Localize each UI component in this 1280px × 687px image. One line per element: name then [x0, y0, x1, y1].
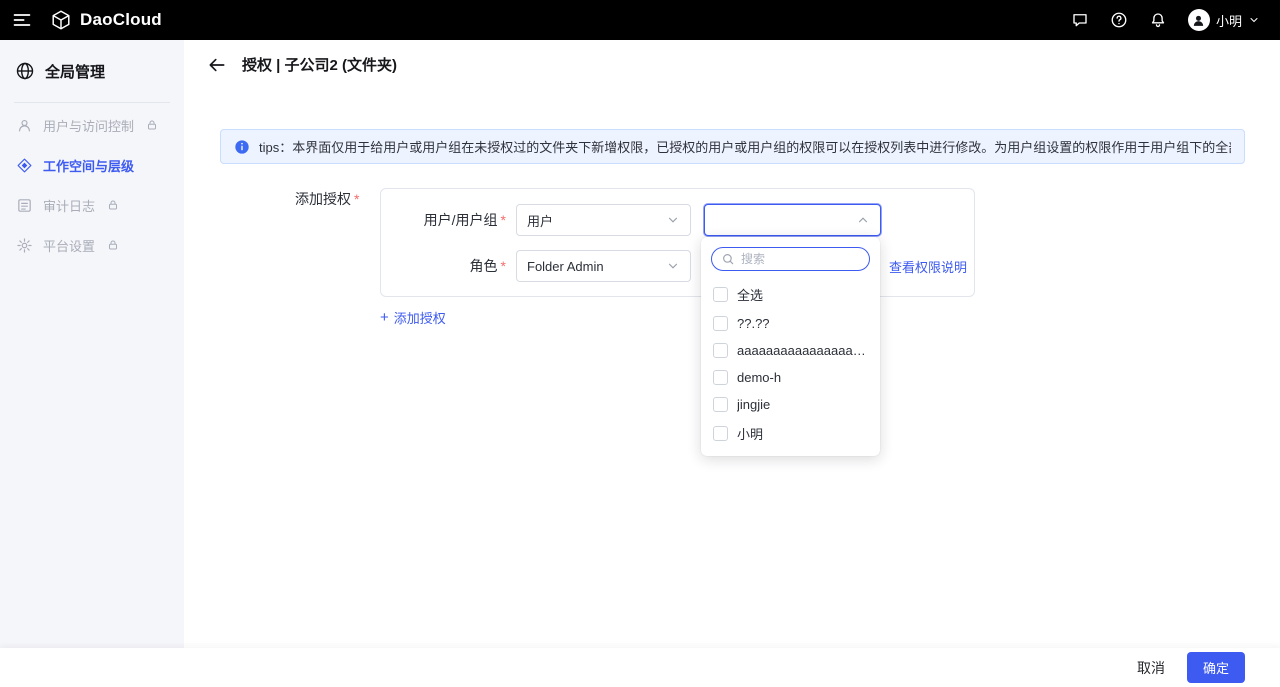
add-authorization-label: 添加授权	[394, 308, 446, 327]
back-button[interactable]	[207, 55, 227, 75]
bell-icon	[1149, 11, 1167, 29]
sidebar-title-label: 全局管理	[45, 61, 105, 82]
dropdown-option[interactable]: 小明	[701, 418, 880, 449]
brand-name: DaoCloud	[80, 10, 162, 30]
lock-icon	[107, 199, 119, 211]
required-asterisk: *	[501, 212, 506, 228]
add-auth-section-label: 添加授权*	[295, 189, 359, 209]
user-dropdown-popup: 全选 ??.?? aaaaaaaaaaaaaaaaaaaaaaaaaa demo…	[701, 237, 880, 456]
user-menu[interactable]: 小明	[1188, 9, 1260, 31]
messages-button[interactable]	[1071, 11, 1089, 29]
dropdown-option-label: demo-h	[737, 370, 781, 385]
globe-icon	[15, 61, 35, 81]
page-header: 授权 | 子公司2 (文件夹)	[207, 54, 397, 75]
checkbox[interactable]	[713, 316, 728, 331]
user-group-label: 用户/用户组*	[381, 210, 506, 230]
chevron-up-icon	[856, 213, 870, 227]
dropdown-option-label: ??.??	[737, 316, 770, 331]
dropdown-option[interactable]: aaaaaaaaaaaaaaaaaaaaaaaaaa	[701, 337, 880, 364]
help-button[interactable]	[1110, 11, 1128, 29]
tips-text: tips：本界面仅用于给用户或用户组在未授权过的文件夹下新增权限，已授权的用户或…	[259, 137, 1231, 156]
dropdown-option[interactable]: ??.??	[701, 310, 880, 337]
help-icon	[1110, 11, 1128, 29]
permission-info-link[interactable]: 查看权限说明	[889, 257, 967, 276]
info-icon	[234, 139, 250, 155]
dropdown-option-label: 全选	[737, 285, 763, 304]
divider	[14, 102, 170, 103]
sidebar-title: 全局管理	[0, 52, 184, 90]
plus-icon: +	[380, 310, 389, 325]
checkbox[interactable]	[713, 287, 728, 302]
user-icon	[1191, 13, 1206, 28]
dropdown-search[interactable]	[711, 247, 870, 271]
user-type-select-value: 用户	[527, 211, 553, 230]
daocloud-logo-icon	[50, 9, 72, 31]
dropdown-option-label: jingjie	[737, 397, 770, 412]
dropdown-option-label: 小明	[737, 424, 763, 443]
role-select[interactable]: Folder Admin	[516, 250, 691, 282]
dropdown-option[interactable]: jingjie	[701, 391, 880, 418]
authorization-card: 用户/用户组* 用户 角色* Folder Admin	[380, 188, 975, 297]
user-type-select[interactable]: 用户	[516, 204, 691, 236]
dropdown-option[interactable]: demo-h	[701, 364, 880, 391]
workspace-icon	[16, 157, 33, 174]
user-icon	[16, 117, 33, 134]
chevron-down-icon	[666, 213, 680, 227]
audit-log-icon	[16, 197, 33, 214]
checkbox[interactable]	[713, 370, 728, 385]
notifications-button[interactable]	[1149, 11, 1167, 29]
chevron-down-icon	[666, 259, 680, 273]
topbar: DaoCloud 小明	[0, 0, 1280, 40]
brand-logo[interactable]: DaoCloud	[50, 9, 162, 31]
menu-icon	[12, 10, 32, 30]
user-group-row: 用户/用户组* 用户	[381, 204, 974, 236]
sidebar: 全局管理 用户与访问控制 工作空间与层级 审计日志	[0, 40, 184, 648]
main-content: 授权 | 子公司2 (文件夹) tips：本界面仅用于给用户或用户组在未授权过的…	[184, 40, 1280, 648]
lock-icon	[146, 119, 158, 131]
username: 小明	[1216, 11, 1242, 30]
role-label: 角色*	[381, 256, 506, 276]
topbar-left: DaoCloud	[12, 9, 162, 31]
chevron-down-icon	[1248, 14, 1260, 26]
chat-icon	[1071, 11, 1089, 29]
search-icon	[721, 252, 735, 266]
footer-bar: 取消 确定	[0, 648, 1280, 687]
topbar-right: 小明	[1071, 9, 1260, 31]
checkbox[interactable]	[713, 343, 728, 358]
sidebar-toggle-button[interactable]	[12, 10, 32, 30]
lock-icon	[107, 239, 119, 251]
dropdown-option-select-all[interactable]: 全选	[701, 279, 880, 310]
sidebar-item-label: 用户与访问控制	[43, 116, 134, 135]
sidebar-item-label: 工作空间与层级	[43, 156, 134, 175]
sidebar-item-label: 审计日志	[43, 196, 95, 215]
app-root: DaoCloud 小明	[0, 0, 1280, 687]
confirm-button[interactable]: 确定	[1187, 652, 1245, 683]
gear-icon	[16, 237, 33, 254]
layout: 全局管理 用户与访问控制 工作空间与层级 审计日志	[0, 40, 1280, 648]
required-asterisk: *	[354, 191, 359, 207]
user-select[interactable]	[704, 204, 881, 236]
avatar	[1188, 9, 1210, 31]
tips-banner: tips：本界面仅用于给用户或用户组在未授权过的文件夹下新增权限，已授权的用户或…	[220, 129, 1245, 164]
sidebar-nav: 用户与访问控制 工作空间与层级 审计日志	[0, 105, 184, 265]
sidebar-item-workspace-hierarchy[interactable]: 工作空间与层级	[0, 145, 184, 185]
sidebar-item-audit-log[interactable]: 审计日志	[0, 185, 184, 225]
search-input[interactable]	[741, 252, 860, 266]
cancel-button[interactable]: 取消	[1137, 658, 1165, 678]
checkbox[interactable]	[713, 426, 728, 441]
arrow-left-icon	[207, 55, 227, 75]
add-authorization-link[interactable]: + 添加授权	[380, 308, 446, 327]
checkbox[interactable]	[713, 397, 728, 412]
sidebar-item-platform-settings[interactable]: 平台设置	[0, 225, 184, 265]
dropdown-option-list: 全选 ??.?? aaaaaaaaaaaaaaaaaaaaaaaaaa demo…	[701, 279, 880, 449]
page-title: 授权 | 子公司2 (文件夹)	[242, 54, 397, 75]
sidebar-item-user-access-control[interactable]: 用户与访问控制	[0, 105, 184, 145]
role-select-value: Folder Admin	[527, 259, 604, 274]
required-asterisk: *	[501, 258, 506, 274]
role-row: 角色* Folder Admin 查看权限说明	[381, 250, 974, 282]
dropdown-option-label: aaaaaaaaaaaaaaaaaaaaaaaaaa	[737, 343, 868, 358]
sidebar-item-label: 平台设置	[43, 236, 95, 255]
